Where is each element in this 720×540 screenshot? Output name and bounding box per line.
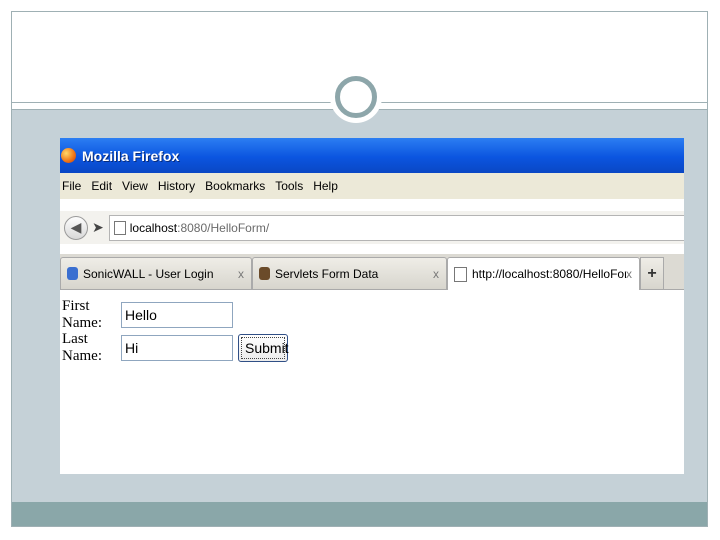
tab-servlets-form-data[interactable]: Servlets Form Data x: [252, 257, 447, 289]
tab-bar: SonicWALL - User Login x Servlets Form D…: [60, 254, 684, 290]
page-icon: [113, 220, 126, 235]
first-name-input[interactable]: [121, 302, 233, 328]
java-icon: [259, 267, 270, 280]
window-titlebar: Mozilla Firefox: [60, 138, 684, 173]
browser-window: Mozilla Firefox File Edit View History B…: [60, 138, 684, 474]
url-bar[interactable]: localhost:8080/HelloForm/: [108, 214, 684, 241]
shield-icon: [67, 267, 78, 280]
menu-bookmarks[interactable]: Bookmarks: [205, 179, 265, 193]
last-name-label: Last Name:: [62, 331, 102, 364]
page-content: First Name: Last Name: Submit: [60, 290, 684, 474]
menu-file[interactable]: File: [62, 179, 81, 193]
close-icon[interactable]: x: [238, 267, 244, 281]
page-icon: [454, 266, 467, 282]
first-name-label: First Name:: [62, 298, 102, 331]
back-arrow-icon: ◀: [70, 219, 82, 235]
menu-help[interactable]: Help: [313, 179, 338, 193]
navigation-bar: ◀ ➤ localhost:8080/HelloForm/: [60, 211, 684, 244]
firefox-icon: [61, 148, 76, 163]
forward-arrow-icon[interactable]: ➤: [92, 219, 104, 236]
first-name-row: First Name:: [62, 298, 233, 331]
close-icon[interactable]: x: [433, 267, 439, 281]
last-name-row: Last Name: Submit: [62, 331, 289, 364]
back-button[interactable]: ◀: [64, 215, 88, 240]
url-path: :8080/HelloForm/: [177, 220, 270, 235]
submit-button[interactable]: Submit: [238, 334, 289, 362]
url-host: localhost: [129, 220, 178, 235]
menu-history[interactable]: History: [158, 179, 195, 193]
tab-helloform[interactable]: http://localhost:8080/HelloForm/ x: [447, 257, 640, 290]
menu-bar: File Edit View History Bookmarks Tools H…: [60, 173, 684, 199]
close-icon[interactable]: x: [626, 267, 632, 281]
menu-view[interactable]: View: [122, 179, 148, 193]
tab-label: Servlets Form Data: [275, 266, 379, 281]
last-name-input[interactable]: [121, 335, 233, 361]
slide-footer-bar: [12, 502, 707, 526]
tab-label: http://localhost:8080/HelloForm/: [472, 267, 626, 281]
window-title: Mozilla Firefox: [82, 147, 180, 164]
new-tab-button[interactable]: +: [640, 257, 664, 289]
tab-label: SonicWALL - User Login: [83, 266, 214, 281]
menu-tools[interactable]: Tools: [275, 179, 303, 193]
tab-sonicwall[interactable]: SonicWALL - User Login x: [60, 257, 252, 289]
menu-edit[interactable]: Edit: [91, 179, 112, 193]
slide-circle-ornament: [335, 76, 377, 118]
